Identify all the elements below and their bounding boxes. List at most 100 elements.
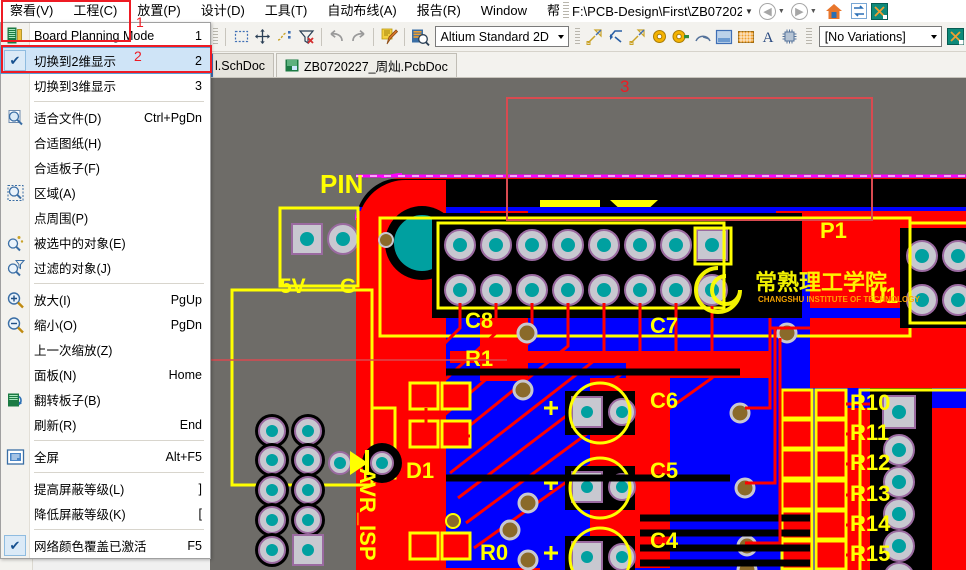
menu-report[interactable]: 报告(R)	[407, 0, 471, 22]
menu-item-label: 降低屏蔽等级(K)	[34, 508, 126, 522]
place-line-button[interactable]	[583, 26, 605, 48]
menu-item-label: 点周围(P)	[34, 212, 89, 226]
toolbar-grip-3[interactable]	[806, 27, 812, 46]
menu-tools[interactable]: 工具(T)	[255, 0, 318, 22]
place-polygon-button[interactable]	[735, 26, 757, 48]
place-fill-button[interactable]	[714, 26, 736, 48]
menu-separator-5	[34, 529, 204, 530]
menu-item-accel: F5	[187, 538, 202, 553]
board-icon	[5, 25, 26, 46]
menu-autoroute[interactable]: 自动布线(A)	[317, 0, 406, 22]
menu-item-accel: 2	[195, 53, 202, 68]
toolbar-grip-2[interactable]	[574, 27, 581, 46]
menu-item-refresh[interactable]: 刷新(R) End	[1, 412, 210, 437]
nav-grip[interactable]	[563, 2, 569, 20]
chevron-down-icon[interactable]	[557, 34, 564, 39]
back-dropdown-icon[interactable]: ▼	[778, 8, 785, 15]
flip-board-icon	[5, 389, 26, 410]
menu-item-net-color-override[interactable]: ✔ 网络颜色覆盖已激活 F5	[1, 533, 210, 558]
menu-project[interactable]: 工程(C)	[63, 0, 127, 22]
silk-label-r15: R15	[850, 541, 890, 566]
menu-item-decrease-mask-level[interactable]: 降低屏蔽等级(K) [	[1, 501, 210, 526]
edit-pencil-button[interactable]	[378, 26, 400, 48]
forward-icon[interactable]: ▶	[790, 2, 808, 20]
place-arc-button[interactable]	[692, 26, 714, 48]
menu-item-fit-sheet[interactable]: 合适图纸(H)	[1, 130, 210, 155]
menu-item-board-planning-mode[interactable]: Board Planning Mode 1	[1, 23, 210, 48]
menu-item-switch-2d[interactable]: ✔ 切换到2维显示 2	[0, 47, 211, 74]
place-track-button[interactable]	[627, 26, 649, 48]
menu-item-fullscreen[interactable]: 全屏 Alt+F5	[1, 444, 210, 469]
watermark-cn: 常熟理工学院	[755, 270, 887, 295]
menu-view[interactable]: 察看(V)	[0, 0, 63, 22]
menu-window[interactable]: Window	[471, 0, 537, 22]
variations-config-button[interactable]	[944, 26, 966, 48]
silk-label-c7: C7	[650, 313, 678, 338]
interactive-routing-button[interactable]	[605, 26, 627, 48]
home-icon[interactable]	[825, 3, 843, 20]
watermark-en: CHANGSHU INSTITUTE OF TECHNOLOGY	[758, 295, 920, 304]
silk-label-c8: C8	[465, 308, 493, 333]
place-string-button[interactable]: A	[757, 26, 779, 48]
teal-board-icon[interactable]	[870, 2, 888, 20]
menu-item-filtered-objects[interactable]: 过滤的对象(J)	[1, 255, 210, 280]
refresh-icon[interactable]	[850, 3, 867, 19]
tab-pcbdoc[interactable]: ZB0720227_周灿.PcbDoc	[276, 53, 457, 77]
menu-item-increase-mask-level[interactable]: 提高屏蔽等级(L) ]	[1, 476, 210, 501]
menu-item-accel: PgUp	[170, 292, 202, 307]
check-icon: ✔	[4, 50, 26, 71]
chevron-down-icon-2[interactable]	[931, 34, 938, 39]
silk-label-r1: R1	[465, 346, 493, 371]
menu-item-accel: 1	[195, 28, 202, 43]
menu-item-selected-objects[interactable]: 被选中的对象(E)	[1, 230, 210, 255]
variations-select[interactable]: [No Variations]	[818, 26, 943, 47]
menu-item-label: 过滤的对象(J)	[34, 262, 112, 276]
menu-item-label: 区域(A)	[34, 187, 76, 201]
main-toolbar: Altium Standard 2D A [No Variations]	[210, 22, 966, 52]
toolbar-grip-1[interactable]	[213, 27, 219, 46]
menu-item-fit-document[interactable]: 适合文件(D) Ctrl+PgDn	[1, 105, 210, 130]
back-icon[interactable]: ◀	[758, 2, 776, 20]
menu-item-switch-3d[interactable]: 切换到3维显示 3	[1, 73, 210, 98]
menu-item-panel[interactable]: 面板(N) Home	[1, 362, 210, 387]
menu-item-label: 切换到2维显示	[34, 55, 116, 69]
menu-item-label: 提高屏蔽等级(L)	[34, 483, 125, 497]
silk-label-p1: P1	[820, 218, 847, 243]
silk-label-pin: PIN	[320, 169, 363, 199]
view-configuration-select[interactable]: Altium Standard 2D	[434, 26, 569, 47]
menu-item-label: 合适板子(F)	[34, 162, 100, 176]
path-dropdown-icon[interactable]: ▼	[745, 7, 753, 16]
menu-item-fit-board[interactable]: 合适板子(F)	[1, 155, 210, 180]
select-area-button[interactable]	[230, 26, 252, 48]
menu-item-label: 缩小(O)	[34, 319, 78, 333]
menu-item-flip-board[interactable]: 翻转板子(B)	[1, 387, 210, 412]
zoom-area-icon	[5, 182, 26, 203]
menu-design[interactable]: 设计(D)	[191, 0, 255, 22]
pcb-canvas[interactable]: PIN 5V G P1 C8 R1 D1 R0 R0 C7 C6 C5 C4 U…	[210, 78, 966, 570]
tab-schdoc[interactable]: l.SchDoc	[210, 53, 275, 77]
toolbar-separator-2	[321, 27, 322, 46]
redo-button[interactable]	[348, 26, 370, 48]
menu-item-label: 全屏	[34, 451, 60, 465]
menu-item-last-zoom[interactable]: 上一次缩放(Z)	[1, 337, 210, 362]
silk-label-5v: 5V	[280, 275, 306, 298]
menu-separator-4	[34, 472, 204, 473]
place-pad-button[interactable]	[648, 26, 670, 48]
clear-filter-button[interactable]	[295, 26, 317, 48]
zoom-document-icon	[5, 107, 26, 128]
silk-label-r14: R14	[850, 511, 891, 536]
connections-button[interactable]	[274, 26, 296, 48]
menu-item-area[interactable]: 区域(A)	[1, 180, 210, 205]
menu-item-zoom-out[interactable]: 缩小(O) PgDn	[1, 312, 210, 337]
menu-item-around-point[interactable]: 点周围(P)	[1, 205, 210, 230]
menu-item-accel: Ctrl+PgDn	[143, 110, 202, 125]
place-via-button[interactable]	[670, 26, 692, 48]
menu-item-label: 适合文件(D)	[34, 112, 102, 126]
forward-dropdown-icon[interactable]: ▼	[810, 8, 817, 15]
pcb-drawing: PIN 5V G P1 C8 R1 D1 R0 R0 C7 C6 C5 C4 U…	[210, 78, 966, 570]
place-component-button[interactable]	[779, 26, 801, 48]
undo-button[interactable]	[326, 26, 348, 48]
inspector-button[interactable]	[409, 26, 431, 48]
move-button[interactable]	[252, 26, 274, 48]
menu-item-zoom-in[interactable]: 放大(I) PgUp	[1, 287, 210, 312]
